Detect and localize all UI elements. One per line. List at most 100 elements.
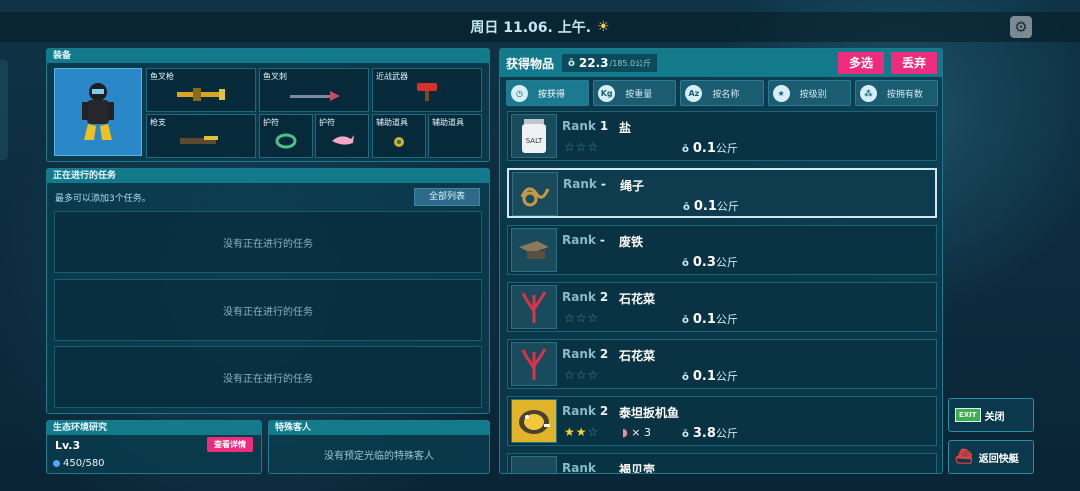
item-row[interactable]: Rank 2 石花菜 ☆☆☆ ō 0.1公斤 [507,282,937,332]
item-rank: Rank 1 [562,119,608,133]
exit-icon: EXIT [955,408,981,422]
item-name: 泰坦扳机鱼 [619,406,680,420]
tab-label: 按拥有数 [886,89,923,100]
aux-item-icon [373,135,425,153]
clock-icon: ◷ [511,84,528,102]
weight-unit: 公斤 [716,200,739,213]
tab-label: 按获得 [538,89,566,100]
dolphin-charm-icon [316,131,368,153]
tab-sort-count[interactable]: ⁂ 按拥有数 [854,80,939,106]
sun-icon: ☀ [597,19,610,35]
quest-slot[interactable]: 没有正在进行的任务 [54,211,482,273]
group-icon: ⁂ [859,84,877,102]
guest-empty-text: 没有预定光临的特殊客人 [324,451,434,462]
weight-value: 0.1 [692,369,716,384]
quests-panel: 正在进行的任务 最多可以添加3个任务。 全部列表 没有正在进行的任务 没有正在进… [46,168,490,414]
rating-stars: ☆☆☆ [564,368,600,382]
items-panel: 获得物品 ō 22.3 /185.0公斤 多选 丢弃 ◷ 按获得 Kg 按重量 … [499,48,943,474]
item-weight: ō 0.1公斤 [682,368,738,384]
all-list-button[interactable]: 全部列表 [414,188,480,206]
slot-label: 辅助道具 [432,118,464,127]
weight-value: 0.3 [692,255,716,270]
view-details-button[interactable]: 查看详情 [207,437,253,452]
item-row[interactable]: Rank 褐贝壳 [507,453,937,474]
close-button[interactable]: EXIT 关闭 [948,398,1034,432]
tab-sort-name[interactable]: Az 按名称 [680,80,764,106]
item-weight: ō 0.1公斤 [682,140,738,156]
weight-icon: ō [682,372,689,383]
left-edge-tab[interactable] [0,60,8,160]
rank-label: Rank [563,177,597,191]
rank-value: - [599,233,605,247]
titan-triggerfish-icon [511,399,557,443]
harpoon-gun-icon [147,85,255,107]
multi-select-button[interactable]: 多选 [838,52,884,74]
item-row[interactable]: Rank - 废铁 ō 0.3公斤 [507,225,937,275]
shell-icon: ◗ [622,426,628,439]
slot-gun[interactable]: 枪支 [146,114,256,158]
rank-value: 2 [599,347,609,361]
guest-title: 特殊客人 [269,421,489,435]
melee-weapon-icon [373,81,481,107]
quest-hint: 最多可以添加3个任务。 [55,194,151,204]
item-name: 褐贝壳 [619,463,656,474]
weight-value: 0.1 [693,199,717,214]
equipment-title: 装备 [47,49,489,63]
agar-seaweed-icon [511,342,557,386]
quest-slot[interactable]: 没有正在进行的任务 [54,279,482,341]
special-guest-panel: 特殊客人 没有预定光临的特殊客人 [268,420,490,474]
slot-label: 鱼叉刺 [263,72,287,81]
slot-label: 护符 [319,118,335,127]
rank-label: Rank [562,119,596,133]
rating-stars: ☆☆☆ [564,140,600,154]
date-time: 周日 11.06. 上午. [470,20,592,36]
item-weight: ō 0.1公斤 [682,311,738,327]
item-name: 盐 [619,121,632,135]
item-rank: Rank 2 [562,347,608,361]
tab-sort-rank[interactable]: ★ 按级别 [767,80,851,106]
item-row[interactable]: Rank 2 石花菜 ☆☆☆ ō 0.1公斤 [507,339,937,389]
slot-melee-weapon[interactable]: 近战武器 [372,68,482,112]
rating-stars: ☆☆☆ [564,311,600,325]
item-weight: ō 0.1公斤 [683,198,739,214]
harpoon-spear-icon [260,89,368,107]
slot-aux-2[interactable]: 辅助道具 [428,114,482,158]
agar-seaweed-icon [511,285,557,329]
rank-label: Rank [562,404,596,418]
slot-label: 鱼叉枪 [150,72,174,81]
rating-stars: ★★☆ [564,425,600,439]
tab-sort-weight[interactable]: Kg 按重量 [593,80,677,106]
scrap-iron-icon [511,228,557,272]
slot-aux-1[interactable]: 辅助道具 [372,114,426,158]
slot-amulet-2[interactable]: 护符 [315,114,369,158]
eco-xp: 450/580 [53,458,105,469]
slot-amulet-1[interactable]: 护符 [259,114,313,158]
slot-harpoon-spear[interactable]: 鱼叉刺 [259,68,369,112]
top-bar: 周日 11.06. 上午. ☀ [0,12,1080,42]
weight-icon: ō [682,315,689,326]
weight-value: 0.1 [692,312,716,327]
diver-avatar [54,68,142,156]
discard-button[interactable]: 丢弃 [891,52,937,74]
item-row[interactable]: Rank 2 泰坦扳机鱼 ★★☆ ◗ × 3 ō 3.8公斤 [507,396,937,446]
quest-slot[interactable]: 没有正在进行的任务 [54,346,482,408]
close-label: 关闭 [984,411,1005,423]
item-row[interactable]: SALT Rank 1 盐 ☆☆☆ ō 0.1公斤 [507,111,937,161]
xp-value: 450/580 [63,458,105,469]
az-icon: Az [685,84,703,102]
item-name: 石花菜 [619,292,656,306]
items-title: 获得物品 [506,56,555,71]
weight-icon: ō [682,258,689,269]
kg-icon: Kg [598,84,616,102]
item-row-selected[interactable]: Rank - 绳子 ō 0.1公斤 [507,168,937,218]
carry-weight-max: /185.0公斤 [609,58,652,68]
tab-sort-acquired[interactable]: ◷ 按获得 [506,80,590,106]
return-to-boat-button[interactable]: ⛴ 返回快艇 [948,440,1034,474]
slot-harpoon-gun[interactable]: 鱼叉枪 [146,68,256,112]
item-name: 石花菜 [619,349,656,363]
boat-icon: ⛴ [955,449,973,465]
gear-icon[interactable]: ⚙ [1010,16,1032,38]
tab-label: 按重量 [625,89,653,100]
weight-unit: 公斤 [715,142,738,155]
item-name: 绳子 [620,179,645,193]
